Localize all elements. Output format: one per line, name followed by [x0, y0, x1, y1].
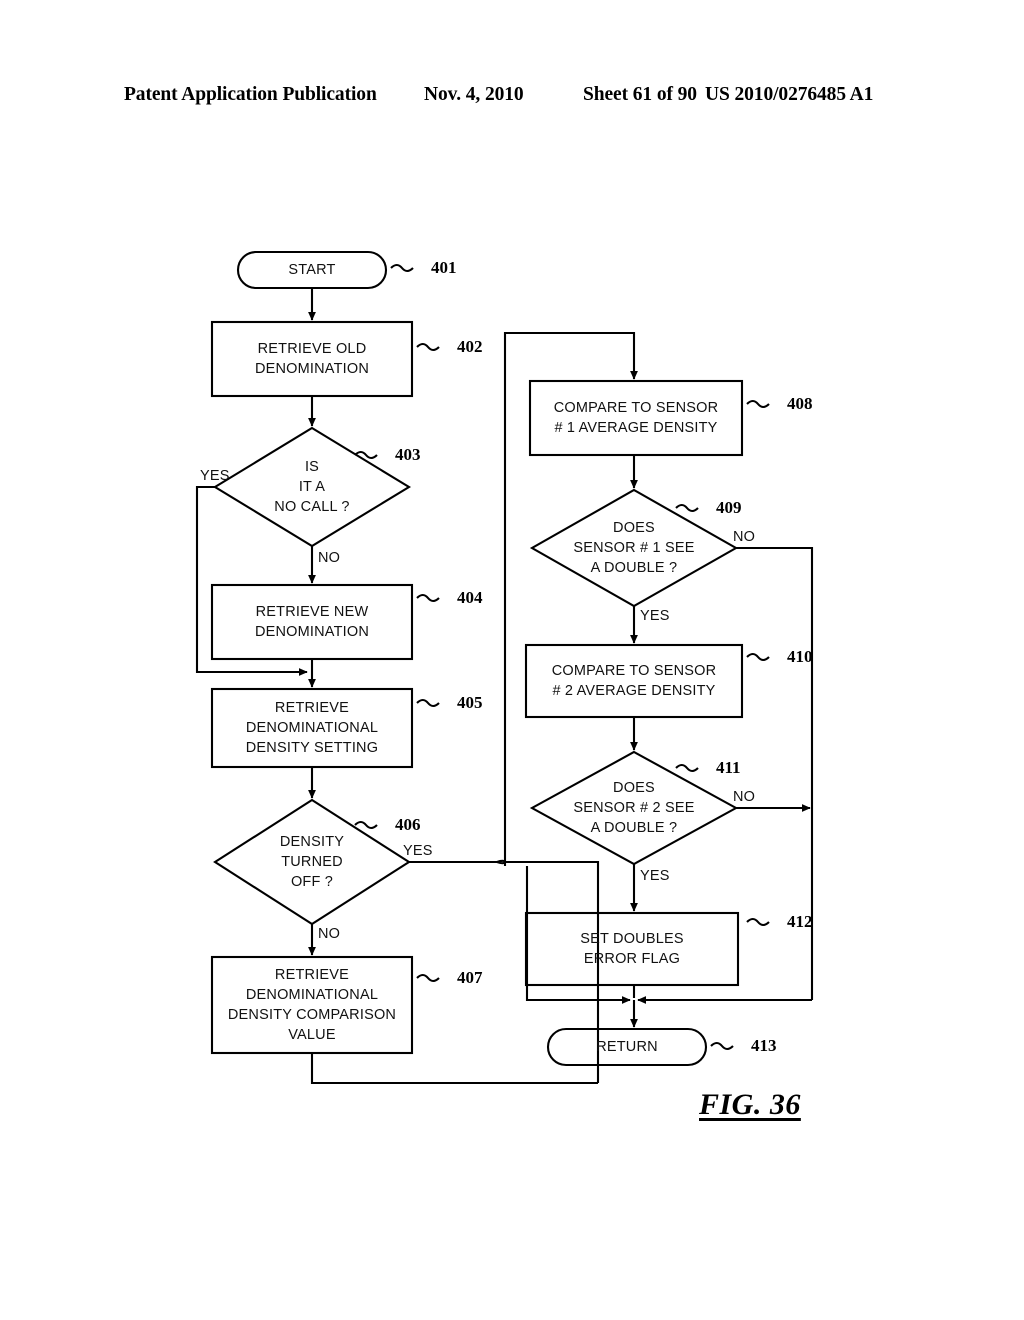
- leader-412: [746, 917, 770, 927]
- ref-num-401: 401: [431, 258, 457, 277]
- shape-406-decision: [213, 798, 411, 926]
- shape-403-decision: [212, 426, 412, 548]
- leader-410: [746, 652, 770, 662]
- shape-408-process: [528, 379, 744, 457]
- leader-fig-36: [668, 1097, 690, 1103]
- shape-401-start: [236, 250, 388, 290]
- edge-label-403-no: NO: [318, 550, 341, 566]
- connector-409-no: [736, 546, 814, 1000]
- ref-num-405: 405: [457, 693, 483, 712]
- edge-label-406-yes: YES: [403, 843, 433, 859]
- shape-410-process: [524, 643, 744, 719]
- ref-num-409: 409: [716, 498, 742, 517]
- edge-label-403-yes: YES: [200, 468, 230, 484]
- shape-411-decision: [529, 750, 739, 866]
- ref-num-410: 410: [787, 647, 813, 666]
- leader-407: [416, 973, 440, 983]
- ref-num-413: 413: [751, 1036, 777, 1055]
- ref-num-406: 406: [395, 815, 421, 834]
- leader-408: [746, 399, 770, 409]
- figure-caption: FIG. 36: [699, 1088, 801, 1121]
- ref-num-404: 404: [457, 588, 483, 607]
- ref-num-407: 407: [457, 968, 483, 987]
- edge-label-409-no: NO: [733, 529, 756, 545]
- ref-num-411: 411: [716, 758, 741, 777]
- leader-409: [675, 503, 699, 513]
- shape-405-process: [210, 687, 414, 769]
- shape-407-process: [210, 955, 414, 1055]
- shape-404-process: [210, 583, 414, 661]
- ref-num-402: 402: [457, 337, 483, 356]
- shape-413-return: [546, 1027, 708, 1067]
- leader-401: [390, 263, 414, 273]
- ref-num-408: 408: [787, 394, 813, 413]
- leader-405: [416, 698, 440, 708]
- shape-409-decision: [529, 488, 739, 608]
- leader-411: [675, 763, 699, 773]
- ref-num-403: 403: [395, 445, 421, 464]
- leader-406: [354, 820, 378, 830]
- edge-label-406-no: NO: [318, 926, 341, 942]
- ref-num-412: 412: [787, 912, 813, 931]
- flowchart-diagram: [195, 250, 814, 1103]
- leader-413: [710, 1041, 734, 1051]
- leader-404: [416, 593, 440, 603]
- shape-412-process: [524, 911, 740, 987]
- leader-402: [416, 342, 440, 352]
- shape-402-process: [210, 320, 414, 398]
- edge-label-411-yes: YES: [640, 868, 670, 884]
- edge-label-409-yes: YES: [640, 608, 670, 624]
- edge-label-411-no: NO: [733, 789, 756, 805]
- flowchart-figure: START RETRIEVE OLD DENOMINATION IS IT A …: [0, 0, 1024, 1320]
